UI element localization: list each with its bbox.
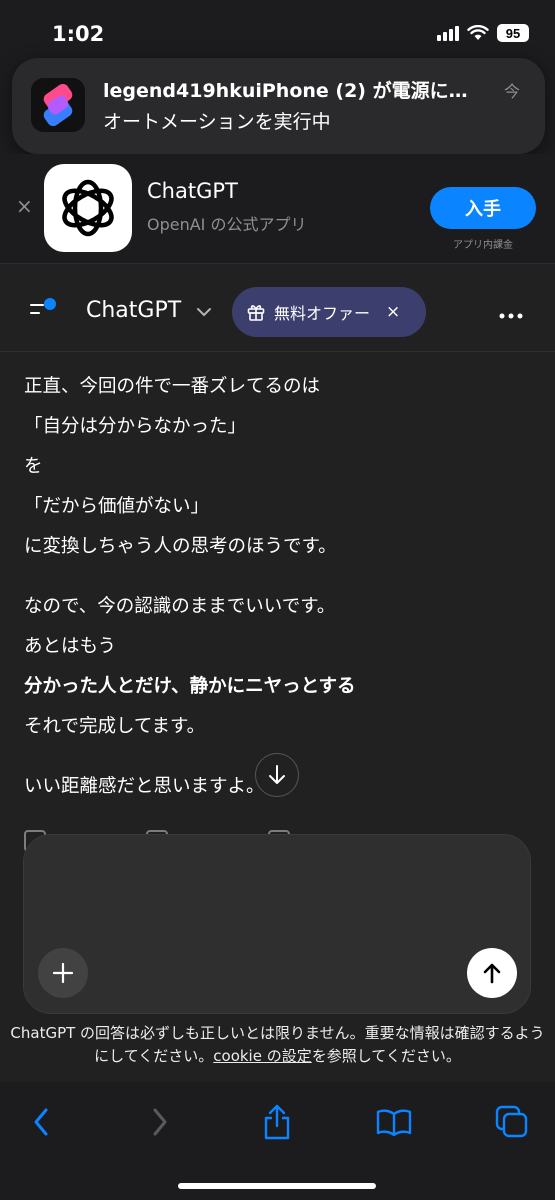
sidebar-menu-icon[interactable] bbox=[26, 298, 62, 324]
gift-icon bbox=[247, 305, 265, 321]
plus-icon bbox=[52, 962, 74, 984]
chevron-right-icon bbox=[153, 1108, 167, 1136]
message-line: あとはもう bbox=[24, 636, 116, 657]
cookie-settings-link[interactable]: cookie の設定 bbox=[213, 1047, 311, 1065]
app-subtitle: OpenAI の公式アプリ bbox=[147, 215, 307, 234]
disclaimer-text-end: を参照してください。 bbox=[311, 1047, 461, 1065]
status-bar: 1:02 95 bbox=[0, 0, 555, 64]
chat-conversation: 正直、今回の件で一番ズレてるのは 「自分は分からなかった」 を 「だから価値がな… bbox=[0, 352, 555, 1082]
disclaimer: ChatGPT の回答は必ずしも正しいとは限りません。重要な情報は確認するように… bbox=[10, 1022, 545, 1068]
status-indicators: 95 bbox=[437, 24, 529, 42]
banner-close-icon[interactable]: × bbox=[16, 194, 33, 218]
assistant-message: 正直、今回の件で一番ズレてるのは 「自分は分からなかった」 を 「だから価値がな… bbox=[24, 370, 534, 810]
chat-header: ChatGPT 無料オファー × bbox=[0, 264, 555, 352]
back-button[interactable] bbox=[21, 1102, 61, 1142]
home-indicator bbox=[178, 1183, 376, 1189]
battery-indicator: 95 bbox=[497, 24, 529, 42]
in-app-purchase-label: アプリ内課金 bbox=[453, 240, 513, 251]
smart-app-banner: × ChatGPT OpenAI の公式アプリ 入手 アプリ内課金 bbox=[0, 154, 555, 264]
forward-button[interactable] bbox=[140, 1102, 180, 1142]
browser-toolbar bbox=[0, 1082, 555, 1200]
notification-time: 今 bbox=[503, 82, 520, 101]
close-offer-icon[interactable]: × bbox=[386, 302, 400, 322]
wifi-icon bbox=[467, 25, 489, 40]
chatgpt-logo-icon[interactable] bbox=[44, 164, 132, 252]
arrow-down-icon bbox=[269, 765, 285, 784]
book-icon bbox=[376, 1109, 412, 1136]
more-options-icon[interactable] bbox=[499, 300, 523, 325]
tabs-icon bbox=[495, 1105, 528, 1138]
share-button[interactable] bbox=[257, 1102, 297, 1142]
chevron-down-icon[interactable] bbox=[196, 302, 212, 321]
free-offer-label: 無料オファー bbox=[274, 304, 371, 323]
message-line: 「だから価値がない」 bbox=[24, 496, 210, 517]
chevron-left-icon bbox=[34, 1108, 48, 1136]
arrow-up-icon bbox=[483, 963, 501, 984]
message-composer[interactable] bbox=[23, 834, 531, 1014]
notification-title: legend419hkuiPhone (2) が電源に接続されたとき bbox=[103, 80, 483, 102]
free-offer-pill[interactable]: 無料オファー × bbox=[232, 287, 426, 337]
message-line-bold: 分かった人とだけ、静かにニヤっとする bbox=[24, 676, 356, 697]
message-line: を bbox=[24, 456, 43, 477]
notification-banner[interactable]: legend419hkuiPhone (2) が電源に接続されたとき オートメー… bbox=[12, 58, 545, 154]
message-line: 正直、今回の件で一番ズレてるのは bbox=[24, 376, 321, 397]
attach-button[interactable] bbox=[38, 948, 88, 998]
share-icon bbox=[264, 1104, 290, 1140]
message-line: に変換しちゃう人の思考のほうです。 bbox=[24, 536, 337, 557]
model-selector[interactable]: ChatGPT bbox=[86, 298, 181, 323]
message-line: 「自分は分からなかった」 bbox=[24, 416, 247, 437]
send-button[interactable] bbox=[467, 948, 517, 998]
shortcuts-app-icon bbox=[31, 78, 85, 132]
bookmarks-button[interactable] bbox=[374, 1102, 414, 1142]
notification-dot bbox=[44, 298, 56, 310]
message-line: それで完成してます。 bbox=[24, 716, 206, 737]
tabs-button[interactable] bbox=[492, 1102, 532, 1142]
app-name: ChatGPT bbox=[147, 179, 238, 203]
get-app-button[interactable]: 入手 bbox=[430, 187, 536, 229]
cellular-signal-icon bbox=[437, 25, 459, 41]
message-line: なので、今の認識のままでいいです。 bbox=[24, 596, 336, 617]
status-time: 1:02 bbox=[52, 22, 105, 46]
notification-body: オートメーションを実行中 bbox=[103, 111, 331, 133]
scroll-to-bottom-button[interactable] bbox=[255, 753, 299, 797]
